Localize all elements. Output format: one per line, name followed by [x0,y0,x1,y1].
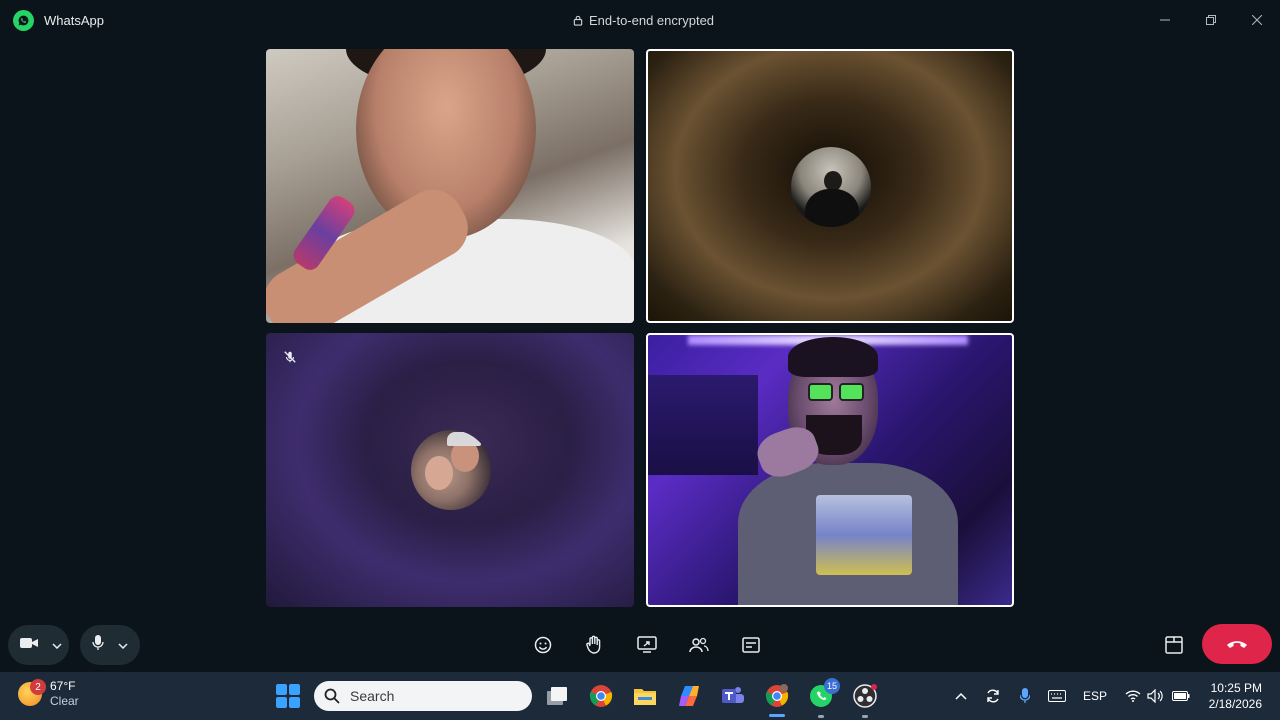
microphone-control [80,625,140,665]
layout-icon[interactable] [1159,630,1189,660]
participant-tile-1[interactable] [266,49,634,323]
camera-icon[interactable] [20,636,38,655]
weather-temperature: 67°F [50,679,76,693]
participant-tile-4[interactable] [646,333,1014,607]
screen-share-icon[interactable] [632,630,662,660]
app-title: WhatsApp [44,13,104,28]
minimize-button[interactable] [1153,8,1177,32]
volume-icon[interactable] [1146,686,1164,706]
weather-text: 67°F Clear [50,679,79,709]
participant-avatar [791,147,871,227]
chrome-icon[interactable] [587,682,615,710]
clock-date: 2/18/2026 [1208,697,1262,711]
minimize-icon [1160,19,1170,21]
raise-hand-icon[interactable] [580,630,610,660]
microphone-icon[interactable] [92,634,104,656]
participant-tile-2[interactable] [646,49,1014,323]
end-call-icon [1227,641,1247,648]
muted-microphone-icon [281,348,299,366]
sync-icon[interactable] [983,686,1003,706]
chevron-down-icon[interactable] [118,636,128,654]
participants-icon[interactable] [684,630,714,660]
close-icon [1252,15,1262,25]
video-content [648,375,758,475]
call-controls [0,620,1280,670]
system-clock[interactable]: 10:25 PM 2/18/2026 [1198,680,1262,712]
chrome-profile-icon[interactable] [763,682,791,710]
wifi-icon[interactable] [1124,686,1142,706]
emoji-icon[interactable] [528,630,558,660]
restore-button[interactable] [1199,8,1223,32]
camera-control [8,625,69,665]
taskbar-search[interactable]: Search [314,681,532,711]
avatar-figure [425,456,453,490]
video-content [788,337,878,377]
participant-avatar [411,430,491,510]
video-content [816,495,912,575]
close-button[interactable] [1245,8,1269,32]
task-view-icon[interactable] [543,682,571,710]
participant-tile-3[interactable] [266,333,634,607]
obs-icon[interactable] [851,682,879,710]
running-app-indicator [862,715,868,718]
weather-badge: 2 [30,679,46,695]
microphone-tray-icon[interactable] [1015,686,1035,706]
weather-condition: Clear [50,694,79,708]
title-bar: WhatsApp End-to-end encrypted [0,0,1280,40]
search-icon [324,688,340,704]
lock-icon [573,15,583,26]
language-indicator[interactable]: ESP [1080,686,1110,706]
avatar-figure [805,189,859,227]
keyboard-icon[interactable] [1046,686,1068,706]
windows-taskbar: 2 67°F Clear Search 15 ESP 10:25 PM 2/18… [0,672,1280,720]
chevron-down-icon[interactable] [52,636,62,654]
avatar-figure [447,432,481,446]
weather-widget[interactable]: 2 67°F Clear [18,679,79,709]
avatar-figure [824,171,842,191]
teams-icon[interactable] [719,682,747,710]
battery-icon[interactable] [1170,686,1192,706]
copilot-icon[interactable] [675,682,703,710]
clock-time: 10:25 PM [1210,681,1262,695]
restore-icon [1206,15,1216,25]
encryption-status: End-to-end encrypted [573,13,714,28]
video-content [808,383,864,401]
active-app-indicator [769,714,785,717]
captions-icon[interactable] [736,630,766,660]
whatsapp-logo-icon [13,10,34,31]
whatsapp-badge: 15 [824,678,840,694]
end-call-button[interactable] [1202,624,1272,664]
windows-start-icon[interactable] [276,684,300,708]
file-explorer-icon[interactable] [631,682,659,710]
chevron-up-icon[interactable] [952,686,970,706]
running-app-indicator [818,715,824,718]
search-placeholder: Search [350,688,395,704]
encryption-label: End-to-end encrypted [589,13,715,28]
